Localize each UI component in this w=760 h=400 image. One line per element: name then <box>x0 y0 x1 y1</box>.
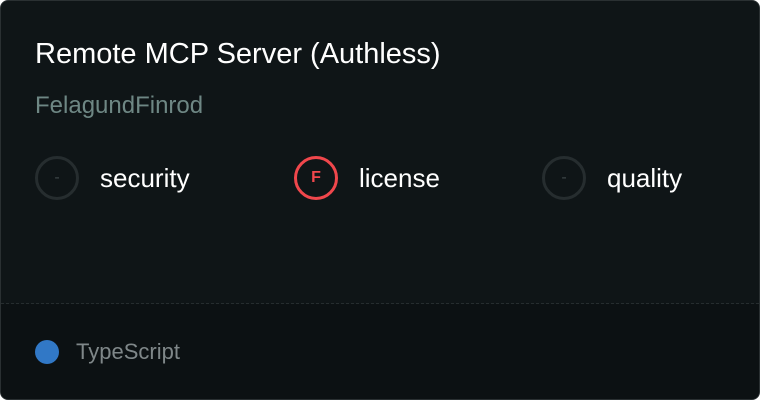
server-card[interactable]: Remote MCP Server (Authless) FelagundFin… <box>0 0 760 400</box>
score-security-label: security <box>100 163 190 193</box>
language-name: TypeScript <box>76 339 180 364</box>
score-security: - security <box>35 153 190 203</box>
score-license: F license <box>294 153 440 203</box>
language-color-dot-icon <box>35 340 59 364</box>
score-license-badge: F <box>294 156 338 200</box>
card-footer: TypeScript <box>1 304 759 399</box>
score-security-badge: - <box>35 156 79 200</box>
score-license-label: license <box>359 163 440 193</box>
score-row: - security F license - quality <box>1 153 759 203</box>
server-title: Remote MCP Server (Authless) <box>35 38 441 70</box>
score-quality-label: quality <box>607 163 683 193</box>
server-author: FelagundFinrod <box>35 92 204 119</box>
language-tag: TypeScript <box>35 338 180 366</box>
score-quality: - quality <box>542 153 682 203</box>
score-quality-badge: - <box>542 156 586 200</box>
